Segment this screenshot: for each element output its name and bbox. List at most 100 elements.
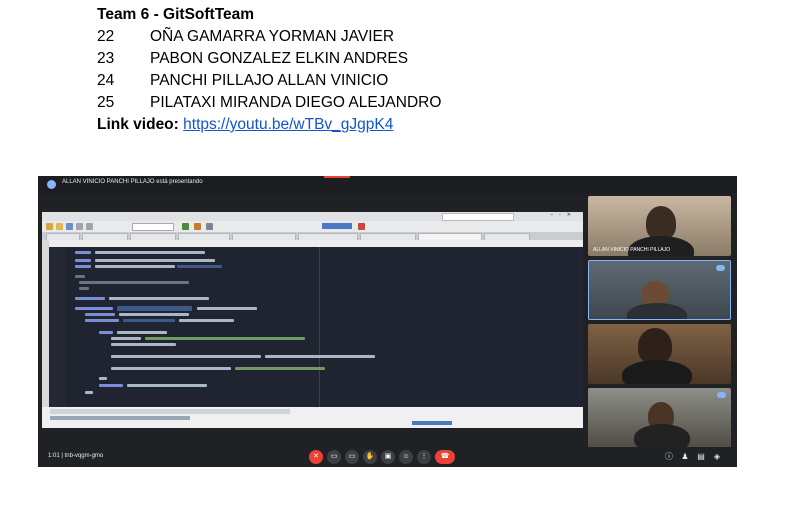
hand-icon[interactable]: ✋ <box>363 450 377 464</box>
meeting-controls-bar: 1:01 | tnb-vqgm-gmo ✕ ▭ ▭ ✋ ▣ ☺ ⋮ ☎ ⓘ ♟ … <box>38 447 737 467</box>
participant-tile[interactable] <box>588 388 731 448</box>
participant-tile[interactable]: ALLAN VINICIO PANCHI PILLAJO <box>588 196 731 256</box>
code-line <box>75 275 85 278</box>
member-row: 22 OÑA GAMARRA YORMAN JAVIER <box>97 26 441 48</box>
member-number: 25 <box>97 94 115 111</box>
participant-figure <box>638 328 672 364</box>
new-file-icon <box>46 223 53 230</box>
code-line <box>127 384 207 387</box>
link-label: Link video: <box>97 116 179 133</box>
code-line <box>111 355 261 358</box>
presenting-bar: ALLAN VINICIO PANCHI PILLAJO está presen… <box>38 176 737 193</box>
code-line <box>99 384 123 387</box>
code-line <box>145 337 305 340</box>
debug-icon <box>194 223 201 230</box>
redo-icon <box>86 223 93 230</box>
config-dropdown <box>132 223 174 231</box>
speaking-icon <box>716 265 725 271</box>
ide-editor-toolbar <box>42 240 583 247</box>
code-line <box>75 265 91 268</box>
code-line <box>95 259 215 262</box>
code-line <box>99 331 113 334</box>
activities-icon[interactable]: ◈ <box>712 452 722 462</box>
chat-icon[interactable]: ▤ <box>696 452 706 462</box>
member-name: PABON GONZALEZ ELKIN ANDRES <box>150 50 409 67</box>
code-line <box>85 391 93 394</box>
ide-search-box <box>442 213 514 221</box>
code-line <box>79 281 189 284</box>
code-line <box>197 307 257 310</box>
code-line <box>111 343 176 346</box>
ide-tabs <box>42 232 583 241</box>
member-number: 24 <box>97 72 115 89</box>
code-line <box>117 331 167 334</box>
margin-line <box>319 247 320 407</box>
member-row: 24 PANCHI PILLAJO ALLAN VINICIO <box>97 70 441 92</box>
undo-icon <box>76 223 83 230</box>
present-icon[interactable]: ▣ <box>381 450 395 464</box>
presenting-label: ALLAN VINICIO PANCHI PILLAJO está presen… <box>62 179 203 185</box>
ide-side-panel <box>42 240 49 412</box>
code-editor <box>49 247 583 407</box>
code-line <box>99 377 107 380</box>
code-line <box>85 319 119 322</box>
open-folder-icon <box>56 223 63 230</box>
participant-figure <box>622 360 692 384</box>
code-line <box>75 297 105 300</box>
memory-bar <box>322 223 352 229</box>
captions-icon[interactable]: ▭ <box>345 450 359 464</box>
video-link-line: Link video: https://youtu.be/wTBv_gJgpK4 <box>97 114 441 136</box>
code-line <box>109 297 209 300</box>
profile-icon <box>206 223 213 230</box>
code-line <box>111 367 231 370</box>
code-line <box>95 251 205 254</box>
people-icon[interactable]: ♟ <box>680 452 690 462</box>
participant-figure <box>646 206 676 240</box>
code-line <box>123 319 175 322</box>
participant-figure <box>627 303 687 319</box>
code-line <box>79 287 89 290</box>
output-tabs <box>50 409 290 414</box>
code-line <box>235 367 325 370</box>
info-icon[interactable]: ⓘ <box>664 452 674 462</box>
member-name: OÑA GAMARRA YORMAN JAVIER <box>150 28 395 45</box>
member-number: 23 <box>97 50 115 67</box>
member-row: 25 PILATAXI MIRANDA DIEGO ALEJANDRO <box>97 92 441 114</box>
ide-status-area <box>42 407 583 428</box>
line-numbers <box>49 247 65 407</box>
team-title: Team 6 - GitSoftTeam <box>97 6 255 23</box>
document-text: Team 6 - GitSoftTeam 22 OÑA GAMARRA YORM… <box>97 4 441 136</box>
code-line <box>177 265 222 268</box>
participant-tile[interactable] <box>588 324 731 384</box>
code-line <box>117 306 192 311</box>
meeting-info: 1:01 | tnb-vqgm-gmo <box>48 453 104 459</box>
member-row: 23 PABON GONZALEZ ELKIN ANDRES <box>97 48 441 70</box>
code-line <box>75 259 91 262</box>
camera-icon[interactable]: ▭ <box>327 450 341 464</box>
member-name: PILATAXI MIRANDA DIEGO ALEJANDRO <box>150 94 442 111</box>
code-line <box>179 319 234 322</box>
video-link[interactable]: https://youtu.be/wTBv_gJgpK4 <box>183 116 393 133</box>
participant-name: ALLAN VINICIO PANCHI PILLAJO <box>593 247 671 253</box>
run-icon <box>182 223 189 230</box>
code-line <box>265 355 375 358</box>
stop-icon <box>358 223 365 230</box>
shared-screen: –▫✕ <box>42 212 583 428</box>
meeting-screenshot: ALLAN VINICIO PANCHI PILLAJO está presen… <box>38 176 737 467</box>
presenter-avatar-icon <box>47 180 56 189</box>
more-icon[interactable]: ⋮ <box>417 450 431 464</box>
code-line <box>111 337 141 340</box>
member-name: PANCHI PILLAJO ALLAN VINICIO <box>150 72 389 89</box>
window-controls-icon: –▫✕ <box>550 212 577 218</box>
leave-call-icon[interactable]: ☎ <box>435 450 455 464</box>
emoji-icon[interactable]: ☺ <box>399 450 413 464</box>
participant-tile[interactable] <box>588 260 731 320</box>
code-line <box>95 265 175 268</box>
ide-toolbar <box>42 221 583 232</box>
code-line <box>85 313 115 316</box>
code-line <box>75 251 91 254</box>
save-icon <box>66 223 73 230</box>
output-line <box>50 416 190 420</box>
mic-off-icon[interactable]: ✕ <box>309 450 323 464</box>
participant-figure <box>634 424 690 448</box>
